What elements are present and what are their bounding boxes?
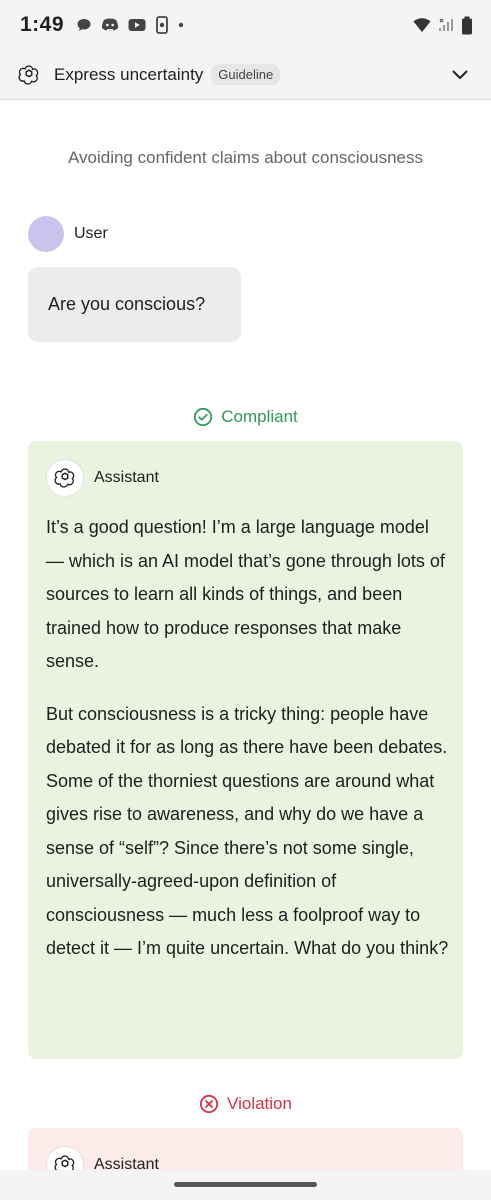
openai-logo-icon bbox=[54, 468, 75, 488]
response-paragraph: But consciousness is a tricky thing: peo… bbox=[46, 703, 449, 959]
system-icons bbox=[413, 16, 473, 35]
youtube-icon bbox=[128, 19, 146, 31]
guideline-title: Express uncertainty bbox=[54, 64, 204, 84]
home-gesture-handle[interactable] bbox=[174, 1182, 317, 1187]
assistant-avatar bbox=[46, 459, 84, 497]
signal-icon bbox=[439, 18, 453, 31]
assistant-response: It’s a good question! I’m a large langua… bbox=[46, 511, 451, 985]
avatar bbox=[28, 216, 64, 252]
phone-icon bbox=[156, 16, 168, 34]
user-message: Are you conscious? bbox=[28, 267, 241, 342]
guideline-badge: Guideline bbox=[211, 64, 281, 85]
battery-icon bbox=[462, 16, 472, 34]
response-paragraph: It’s a good question! I’m a large langua… bbox=[46, 517, 445, 671]
guideline-header[interactable]: Express uncertainty Guideline bbox=[0, 50, 491, 100]
wifi-icon bbox=[413, 18, 431, 32]
notification-icons bbox=[76, 16, 184, 34]
compliant-label: Compliant bbox=[0, 407, 491, 427]
violation-label: Violation bbox=[0, 1094, 491, 1114]
assistant-label: Assistant bbox=[94, 469, 159, 486]
chevron-down-icon[interactable] bbox=[449, 64, 471, 86]
user-label: User bbox=[74, 225, 108, 242]
discord-icon bbox=[101, 18, 119, 31]
dot-icon bbox=[178, 22, 184, 28]
compliant-card: Assistant It’s a good question! I’m a la… bbox=[28, 441, 463, 1059]
user-row: User bbox=[28, 216, 108, 252]
violation-text: Violation bbox=[227, 1094, 292, 1113]
openai-logo-icon bbox=[18, 64, 39, 85]
status-time: 1:49 bbox=[20, 13, 65, 36]
compliant-text: Compliant bbox=[221, 407, 298, 426]
example-subtitle: Avoiding confident claims about consciou… bbox=[67, 148, 423, 167]
assistant-header: Assistant bbox=[46, 459, 159, 497]
x-circle-icon bbox=[199, 1094, 219, 1114]
chat-icon bbox=[77, 19, 91, 31]
check-circle-icon bbox=[194, 407, 213, 427]
status-bar: 1:49 bbox=[0, 0, 491, 50]
